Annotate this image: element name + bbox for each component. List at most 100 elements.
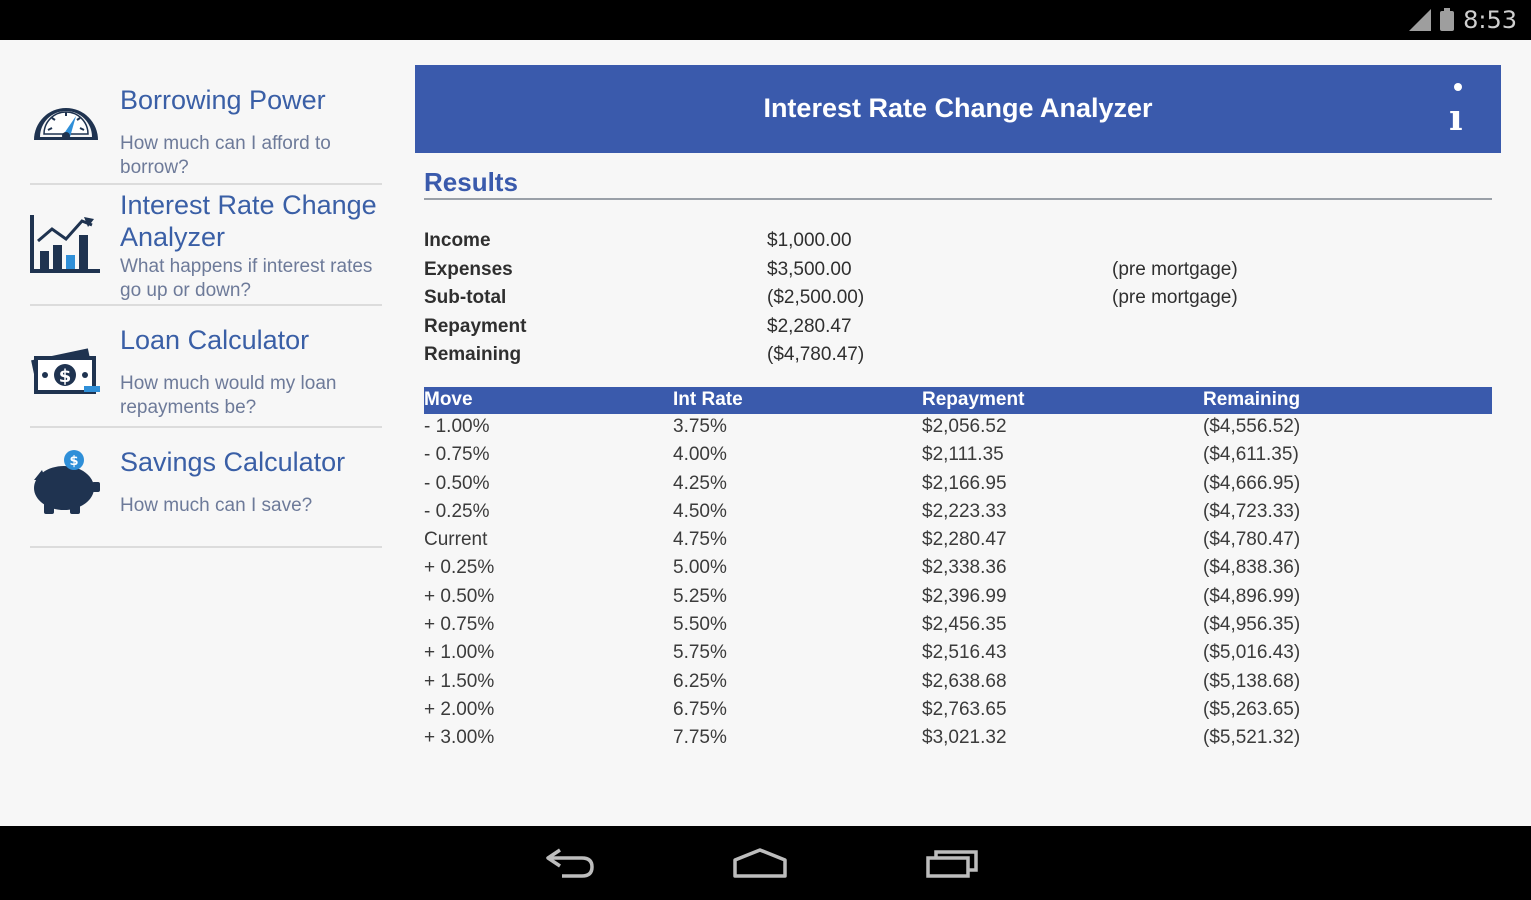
cell-remaining: ($4,896.99) [1203, 585, 1301, 607]
cell-move: + 0.50% [424, 585, 495, 607]
cell-remaining: ($4,780.47) [1203, 529, 1301, 551]
summary-label: Remaining [424, 344, 522, 365]
cell-remaining: ($4,556.52) [1203, 416, 1301, 437]
cell-int-rate: 5.25% [673, 585, 727, 607]
table-row: - 0.75% 4.00% $2,111.35 ($4,611.35) [424, 442, 1492, 470]
summary-note: (pre mortgage) [1112, 258, 1238, 280]
cell-remaining: ($5,016.43) [1203, 642, 1301, 664]
recents-icon[interactable] [922, 842, 982, 882]
cell-int-rate: 4.50% [673, 500, 727, 522]
cell-remaining: ($4,611.35) [1203, 444, 1299, 466]
cell-move: + 0.75% [424, 614, 495, 636]
table-row: + 0.75% 5.50% $2,456.35 ($4,956.35) [424, 612, 1492, 640]
table-body: - 1.00% 3.75% $2,056.52 ($4,556.52) - 0.75%… [424, 414, 1492, 754]
cell-move: - 0.50% [424, 472, 490, 494]
table-row: - 1.00% 3.75% $2,056.52 ($4,556.52) [424, 414, 1492, 442]
sidebar-item-subtitle: How much can I afford to borrow? [120, 133, 331, 178]
battery-icon [1439, 7, 1455, 33]
info-icon[interactable]: ı [1445, 83, 1471, 136]
sidebar-item-subtitle: How much would my loan repayments be? [120, 373, 337, 418]
column-header-move: Move [424, 389, 473, 410]
sidebar-item-title: Savings Calculator [120, 447, 346, 477]
cell-move: + 2.00% [424, 698, 495, 720]
cell-repayment: $2,111.35 [922, 444, 1004, 466]
signal-icon [1409, 7, 1432, 33]
cell-repayment: $2,338.36 [922, 557, 1007, 579]
table-row: + 1.00% 5.75% $2,516.43 ($5,016.43) [424, 640, 1492, 668]
cell-int-rate: 5.00% [673, 557, 727, 579]
table-header: Move Int Rate Repayment Remaining [424, 387, 1492, 414]
table-row: + 2.00% 6.75% $2,763.65 ($5,263.65) [424, 697, 1492, 725]
column-header-int-rate: Int Rate [673, 389, 743, 410]
cell-move: - 1.00% [424, 416, 490, 437]
cell-int-rate: 4.25% [673, 472, 727, 494]
main-panel: Interest Rate Change Analyzer ı Results … [415, 65, 1501, 748]
cell-move: + 3.00% [424, 727, 495, 749]
sidebar-item-borrowing-power[interactable]: Borrowing Power How much can I afford to… [30, 70, 382, 185]
rate-table: Move Int Rate Repayment Remaining - 1.00… [424, 387, 1492, 754]
cell-move: + 0.25% [424, 557, 495, 579]
table-row: + 3.00% 7.75% $3,021.32 ($5,521.32) [424, 725, 1492, 753]
bar-chart-icon [30, 215, 100, 273]
summary-value: ($2,500.00) [767, 287, 865, 308]
table-row: + 0.50% 5.25% $2,396.99 ($4,896.99) [424, 584, 1492, 612]
header-bar: Interest Rate Change Analyzer ı [415, 65, 1501, 153]
cell-remaining: ($5,521.32) [1203, 727, 1301, 749]
cell-repayment: $3,021.32 [922, 727, 1007, 749]
sidebar: Borrowing Power How much can I afford to… [30, 70, 382, 548]
summary-label: Repayment [424, 315, 527, 337]
screen: 8:53 Borrowing Power How much can I affo… [0, 0, 1531, 900]
sidebar-item-savings-calculator[interactable]: $ Savings Calculator How much can I save… [30, 428, 382, 548]
table-row: + 1.50% 6.25% $2,638.68 ($5,138.68) [424, 669, 1492, 697]
piggy-bank-icon: $ [34, 450, 100, 514]
column-header-remaining: Remaining [1203, 389, 1301, 410]
cell-int-rate: 6.75% [673, 698, 727, 720]
cell-remaining: ($4,666.95) [1203, 472, 1301, 494]
table-row: - 0.50% 4.25% $2,166.95 ($4,666.95) [424, 471, 1492, 499]
summary-row: Repayment $2,280.47 [424, 316, 1492, 345]
cell-int-rate: 5.75% [673, 642, 727, 664]
summary-row: Expenses $3,500.00 (pre mortgage) [424, 259, 1492, 288]
cell-move: + 1.50% [424, 670, 495, 692]
cell-move: + 1.00% [424, 642, 495, 664]
cell-repayment: $2,056.52 [922, 416, 1007, 437]
summary-value: $3,500.00 [767, 258, 852, 280]
sidebar-item-interest-rate-analyzer[interactable]: Interest Rate Change Analyzer What happe… [30, 185, 382, 306]
cell-repayment: $2,396.99 [922, 585, 1007, 607]
cell-remaining: ($4,723.33) [1203, 500, 1301, 522]
status-time: 8:53 [1463, 6, 1517, 34]
summary-note: (pre mortgage) [1112, 287, 1238, 308]
svg-text:$: $ [59, 366, 72, 387]
sidebar-item-subtitle: How much can I save? [120, 495, 313, 516]
sidebar-item-loan-calculator[interactable]: $ Loan Calculator How much would my loan… [30, 306, 382, 428]
money-icon: $ [31, 348, 100, 394]
cell-remaining: ($4,956.35) [1203, 614, 1301, 636]
cell-repayment: $2,456.35 [922, 614, 1007, 636]
cell-int-rate: 5.50% [673, 614, 727, 636]
cell-int-rate: 6.25% [673, 670, 727, 692]
cell-repayment: $2,280.47 [922, 529, 1007, 551]
cell-repayment: $2,223.33 [922, 500, 1007, 522]
sidebar-item-title: Borrowing Power [120, 85, 326, 115]
table-row: - 0.25% 4.50% $2,223.33 ($4,723.33) [424, 499, 1492, 527]
summary-section: Income $1,000.00 Expenses $3,500.00 (pre… [424, 230, 1492, 373]
status-bar: 8:53 [0, 0, 1531, 40]
cell-remaining: ($5,138.68) [1203, 670, 1301, 692]
summary-value: ($4,780.47) [767, 344, 865, 365]
cell-repayment: $2,166.95 [922, 472, 1007, 494]
summary-value: $2,280.47 [767, 315, 852, 337]
cell-int-rate: 7.75% [673, 727, 727, 749]
summary-value: $1,000.00 [767, 230, 852, 251]
navigation-bar [0, 826, 1531, 900]
speedometer-icon [34, 108, 98, 140]
cell-int-rate: 4.00% [673, 444, 727, 466]
home-icon[interactable] [730, 842, 790, 882]
table-row: + 0.25% 5.00% $2,338.36 ($4,838.36) [424, 555, 1492, 583]
back-icon[interactable] [540, 842, 600, 882]
cell-int-rate: 4.75% [673, 529, 727, 551]
sidebar-item-subtitle: What happens if interest rates go up or … [120, 256, 373, 301]
summary-label: Sub-total [424, 287, 507, 308]
cell-move: - 0.25% [424, 500, 490, 522]
cell-repayment: $2,516.43 [922, 642, 1007, 664]
summary-row: Remaining ($4,780.47) [424, 344, 1492, 373]
